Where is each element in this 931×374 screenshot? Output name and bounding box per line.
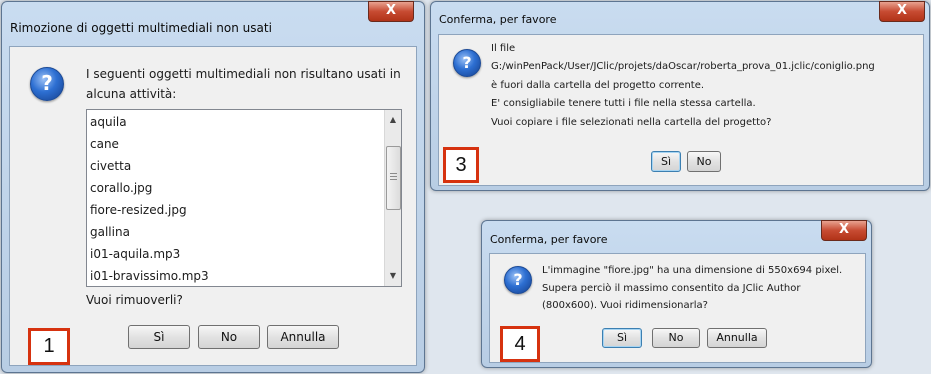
step-badge-number: 3 (455, 154, 467, 176)
no-button[interactable]: No (652, 328, 700, 348)
dialog3-line-4: E' consigliabile tenere tutti i file nel… (491, 98, 756, 109)
list-item[interactable]: fiore-resized.jpg (88, 199, 384, 221)
question-mark-icon: ? (30, 67, 64, 101)
dialog3-title: Conferma, per favore (439, 13, 557, 26)
remove-unused-media-dialog: Rimozione di oggetti multimediali non us… (1, 1, 425, 373)
dialog3-line-5: Vuoi copiare i file selezionati nella ca… (491, 117, 772, 128)
yes-button[interactable]: Sì (128, 325, 190, 349)
cancel-button[interactable]: Annulla (707, 328, 767, 348)
step-badge-number: 4 (514, 333, 526, 355)
close-icon: X (896, 3, 908, 18)
scroll-thumb[interactable] (386, 146, 401, 210)
close-icon: X (385, 3, 397, 18)
dialog1-question: Vuoi rimuoverli? (86, 293, 183, 307)
step-badge-4: 4 (500, 326, 540, 362)
copy-file-confirm-dialog: Conferma, per favore X ? Il file G:/winP… (430, 1, 930, 191)
list-items: aquila cane civetta corallo.jpg fiore-re… (88, 111, 384, 286)
dialog4-title: Conferma, per favore (490, 233, 608, 246)
yes-button-label: Sì (153, 330, 165, 344)
dialog3-client-area: ? Il file G:/winPenPack/User/JClic/proje… (438, 34, 924, 186)
step-badge-3: 3 (443, 147, 479, 183)
no-button-label: No (668, 331, 684, 344)
dialog3-close-button[interactable]: X (879, 1, 925, 22)
dialog3-line-3: è fuori dalla cartella del progetto corr… (491, 80, 705, 91)
yes-button-label: Sì (660, 155, 672, 168)
list-item[interactable]: gallina (88, 221, 384, 243)
no-button[interactable]: No (198, 325, 260, 349)
scroll-down-arrow-icon[interactable]: ▼ (385, 268, 401, 284)
dialog4-line-3: (800x600). Vuoi ridimensionarla? (542, 300, 708, 311)
question-mark-icon: ? (504, 266, 532, 294)
dialog1-message-line2: alcuna attività: (86, 87, 177, 101)
dialog1-title: Rimozione di oggetti multimediali non us… (10, 21, 272, 35)
unused-media-list[interactable]: aquila cane civetta corallo.jpg fiore-re… (86, 109, 402, 287)
no-button-label: No (696, 155, 712, 168)
list-item[interactable]: civetta (88, 155, 384, 177)
dialog1-title-bar[interactable]: Rimozione di oggetti multimediali non us… (2, 1, 424, 42)
dialog3-file-path: G:/winPenPack/User/JClic/projets/daOscar… (491, 61, 875, 72)
cancel-button-label: Annulla (716, 331, 758, 344)
dialog4-title-bar[interactable]: Conferma, per favore X (482, 220, 871, 251)
yes-button[interactable]: Sì (602, 328, 642, 348)
dialog1-message-line1: I seguenti oggetti multimediali non risu… (86, 67, 401, 81)
step-badge-number: 1 (43, 335, 55, 357)
dialog1-close-button[interactable]: X (368, 1, 414, 22)
dialog1-client-area: ? I seguenti oggetti multimediali non ri… (9, 46, 417, 366)
list-item[interactable]: aquila (88, 111, 384, 133)
scroll-up-arrow-icon[interactable]: ▲ (385, 112, 401, 128)
list-item[interactable]: i01-aquila.mp3 (88, 243, 384, 265)
close-icon: X (838, 222, 850, 237)
list-item[interactable]: corallo.jpg (88, 177, 384, 199)
dialog4-line-1: L'immagine "fiore.jpg" ha una dimensione… (542, 265, 843, 276)
cancel-button-label: Annulla (280, 330, 326, 344)
question-mark-icon: ? (453, 49, 481, 77)
no-button-label: No (220, 330, 238, 344)
dialog4-close-button[interactable]: X (821, 220, 867, 241)
dialog3-line-1: Il file (491, 43, 516, 54)
list-item[interactable]: cane (88, 133, 384, 155)
list-scrollbar[interactable]: ▲ ▼ (384, 110, 401, 286)
grip-line (390, 173, 397, 174)
yes-button-label: Sì (616, 331, 628, 344)
grip-line (390, 176, 397, 177)
grip-line (390, 179, 397, 180)
cancel-button[interactable]: Annulla (267, 325, 339, 349)
dialog4-client-area: ? L'immagine "fiore.jpg" ha una dimensio… (489, 253, 866, 363)
dialog3-title-bar[interactable]: Conferma, per favore X (431, 1, 929, 32)
list-item[interactable]: i01-bravissimo.mp3 (88, 265, 384, 286)
dialog4-line-2: Supera perciò il massimo consentito da J… (542, 283, 801, 294)
step-badge-1: 1 (28, 328, 70, 365)
no-button[interactable]: No (687, 151, 721, 172)
yes-button[interactable]: Sì (651, 151, 681, 172)
resize-image-confirm-dialog: Conferma, per favore X ? L'immagine "fio… (481, 220, 872, 368)
